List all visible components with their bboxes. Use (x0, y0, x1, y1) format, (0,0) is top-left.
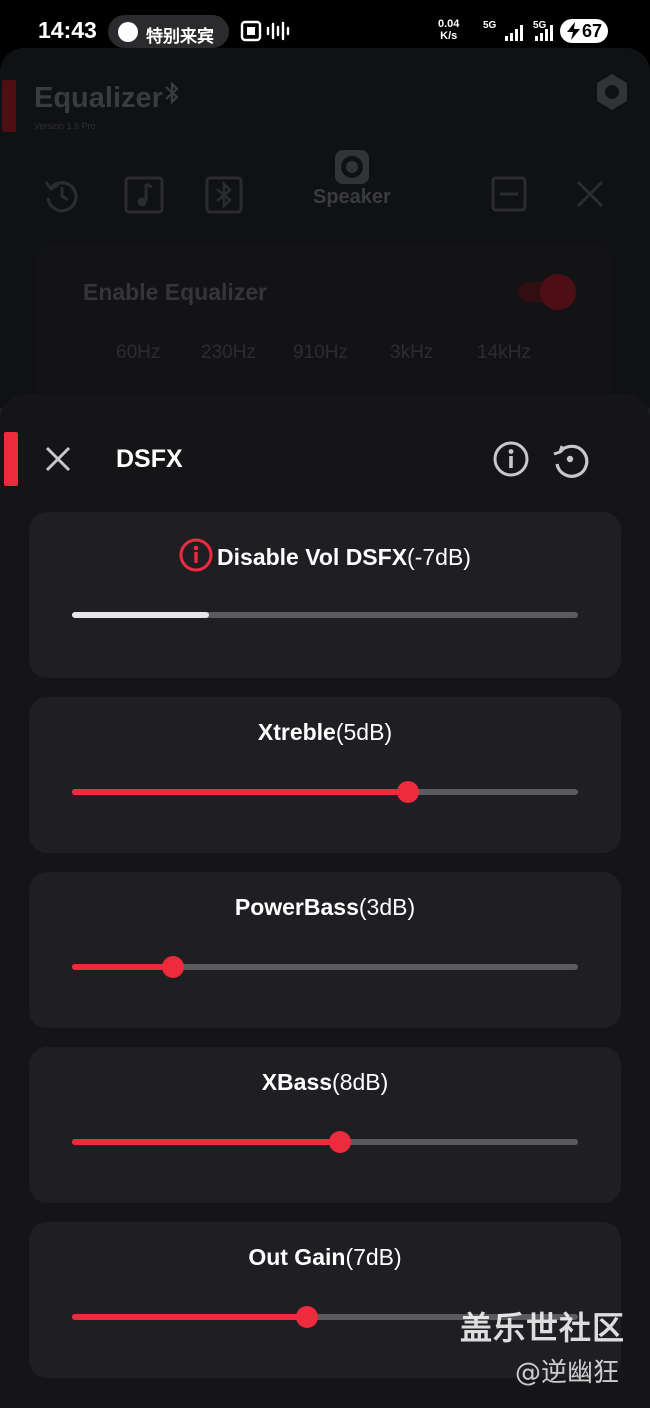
signal-icon (505, 25, 523, 41)
slider-thumb[interactable] (397, 781, 420, 803)
slider-value: (-7dB) (407, 544, 471, 570)
slider-title: Out Gain(7dB) (29, 1244, 621, 1271)
status-pill[interactable]: 特别来宾 (108, 15, 229, 48)
slider-value: (7dB) (345, 1244, 402, 1270)
slider-title: XBass(8dB) (29, 1069, 621, 1096)
slider-title: Xtreble(5dB) (29, 719, 621, 746)
slider-title: Disable Vol DSFX(-7dB) (29, 538, 621, 572)
status-pill-text: 特别来宾 (146, 27, 214, 47)
slider-track[interactable] (72, 612, 578, 618)
status-time: 14:43 (38, 17, 97, 43)
warning-info-icon[interactable] (179, 538, 213, 572)
slider-fill (72, 1139, 341, 1145)
dsfx-sheet: DSFX Disable Vol DSFX(-7dB) Xtreble(5dB) P… (0, 394, 650, 1408)
slider-name: Xtreble (257, 719, 336, 745)
battery-indicator: 67 (560, 19, 608, 43)
slider-fill (72, 789, 409, 795)
slider-name: Out Gain (248, 1244, 346, 1270)
slider-value: (5dB) (335, 719, 393, 745)
dsfx-slider-card: XBass(8dB) (29, 1047, 621, 1203)
slider-name: Disable Vol DSFX (217, 544, 408, 570)
dsfx-slider-card: Disable Vol DSFX(-7dB) (29, 512, 621, 678)
reset-icon[interactable] (551, 440, 589, 478)
slider-fill (72, 1314, 308, 1320)
close-icon[interactable] (44, 445, 72, 473)
slider-thumb[interactable] (329, 1131, 352, 1153)
slider-name: XBass (261, 1069, 333, 1095)
network-speed-unit: K/s (440, 30, 458, 42)
dsfx-slider-card: PowerBass(3dB) (29, 872, 621, 1028)
slider-value: (8dB) (332, 1069, 389, 1095)
watermark-author: @逆幽狂 (515, 1358, 620, 1388)
slider-name: PowerBass (234, 894, 359, 920)
slider-thumb[interactable] (296, 1306, 319, 1328)
network-speed-value: 0.04 (438, 18, 460, 30)
screen-record-icon (240, 20, 290, 42)
network-type-1: 5G (483, 20, 497, 31)
slider-thumb[interactable] (162, 956, 185, 978)
network-speed: 0.04 K/s (438, 18, 459, 42)
charging-icon (567, 22, 580, 40)
dim-overlay (0, 48, 650, 408)
sheet-accent (4, 432, 18, 486)
slider-fill (72, 964, 174, 970)
watermark-community: 盖乐世社区 (460, 1309, 626, 1347)
slider-title: PowerBass(3dB) (29, 894, 621, 921)
slider-value: (3dB) (358, 894, 416, 920)
slider-track[interactable] (72, 956, 578, 978)
signal-icon-2 (535, 25, 553, 41)
sheet-title: DSFX (116, 445, 183, 473)
slider-track[interactable] (72, 1131, 578, 1153)
info-icon[interactable] (492, 440, 530, 478)
dsfx-slider-card: Xtreble(5dB) (29, 697, 621, 853)
slider-track[interactable] (72, 781, 578, 803)
globe-icon (118, 22, 138, 42)
slider-fill (72, 612, 209, 618)
battery-level: 67 (581, 21, 602, 41)
